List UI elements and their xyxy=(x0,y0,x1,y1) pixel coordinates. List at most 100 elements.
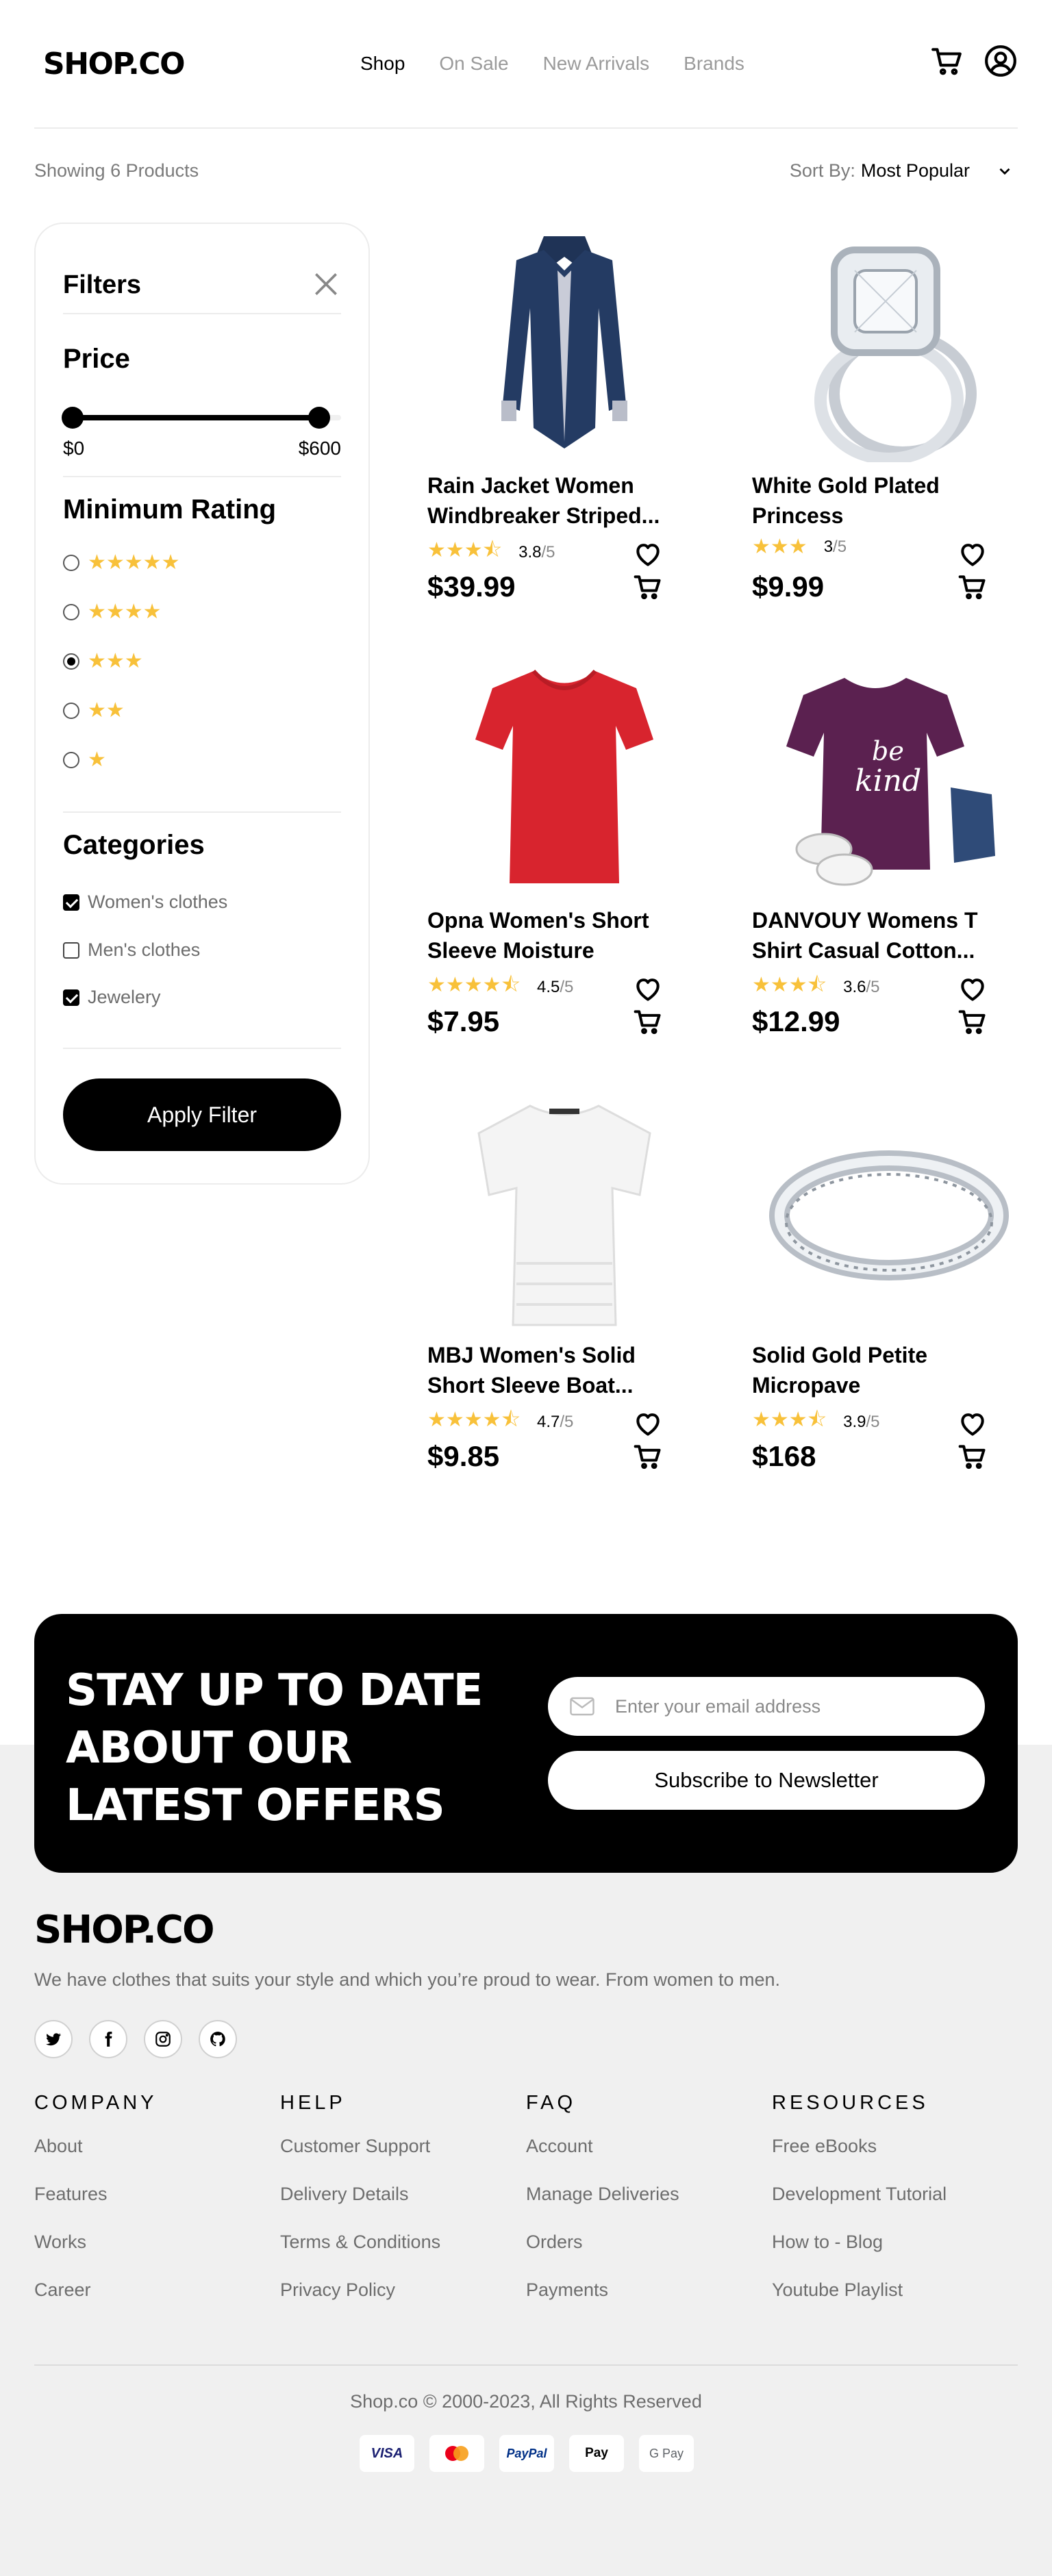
visa-label: VISA xyxy=(371,2445,403,2461)
product-name[interactable]: Opna Women's Short Sleeve Moisture xyxy=(427,905,660,965)
rating-option-5[interactable]: ★★★★★ xyxy=(63,551,179,574)
product-image[interactable] xyxy=(427,223,701,469)
radio-button[interactable] xyxy=(63,702,79,719)
footer-link[interactable]: Orders xyxy=(526,2230,679,2277)
category-label: Women's clothes xyxy=(88,892,228,912)
rating-value: 3/5 xyxy=(823,537,847,556)
footer-link[interactable]: Manage Deliveries xyxy=(526,2182,679,2230)
price-min-handle[interactable] xyxy=(62,407,84,429)
checkbox[interactable] xyxy=(63,942,79,959)
product-image[interactable] xyxy=(752,1092,1026,1339)
chevron-down-icon xyxy=(999,168,1010,175)
twitter-icon[interactable] xyxy=(34,2020,73,2058)
footer-link[interactable]: Youtube Playlist xyxy=(772,2277,947,2325)
radio-button[interactable] xyxy=(63,653,79,670)
copyright: Shop.co © 2000-2023, All Rights Reserved xyxy=(350,2391,702,2412)
category-jewelery[interactable]: Jewelery xyxy=(63,987,161,1008)
nav-brands[interactable]: Brands xyxy=(684,53,744,75)
add-to-cart-icon[interactable] xyxy=(957,1441,988,1472)
rating-option-3[interactable]: ★★★ xyxy=(63,649,143,673)
sort-value: Most Popular xyxy=(860,160,970,181)
product-card[interactable]: White Gold Plated Princess ★★★ 3/5 $9.99 xyxy=(752,223,1026,606)
add-to-cart-icon[interactable] xyxy=(957,1007,988,1037)
product-image[interactable] xyxy=(752,223,1026,469)
rating-option-2[interactable]: ★★ xyxy=(63,698,125,722)
product-name[interactable]: DANVOUY Womens T Shirt Casual Cotton... xyxy=(752,905,985,965)
product-name[interactable]: Solid Gold Petite Micropave xyxy=(752,1340,985,1400)
heart-icon[interactable] xyxy=(957,539,988,569)
heart-icon[interactable] xyxy=(957,1409,988,1439)
nav-on-sale[interactable]: On Sale xyxy=(439,53,508,75)
subscribe-button[interactable]: Subscribe to Newsletter xyxy=(548,1751,985,1810)
site-logo[interactable]: SHOP.CO xyxy=(43,47,186,81)
google-pay-label: G Pay xyxy=(649,2446,684,2460)
close-icon[interactable] xyxy=(311,269,341,299)
cart-icon[interactable] xyxy=(930,44,964,78)
footer-link[interactable]: Works xyxy=(34,2230,157,2277)
product-name[interactable]: MBJ Women's Solid Short Sleeve Boat... xyxy=(427,1340,660,1400)
product-name[interactable]: Rain Jacket Women Windbreaker Striped... xyxy=(427,470,660,531)
instagram-icon[interactable] xyxy=(144,2020,182,2058)
radio-button[interactable] xyxy=(63,603,79,620)
heart-icon[interactable] xyxy=(633,539,663,569)
svg-text:kind: kind xyxy=(855,763,921,798)
footer-link[interactable]: Free eBooks xyxy=(772,2134,947,2182)
heart-icon[interactable] xyxy=(957,974,988,1004)
footer-column-company: COMPANY About Features Works Career xyxy=(34,2092,157,2325)
checkbox[interactable] xyxy=(63,894,79,911)
add-to-cart-icon[interactable] xyxy=(633,1007,663,1037)
footer-link[interactable]: Terms & Conditions xyxy=(280,2230,440,2277)
add-to-cart-icon[interactable] xyxy=(957,572,988,602)
radio-button[interactable] xyxy=(63,751,79,768)
sort-dropdown[interactable]: Sort By: Most Popular xyxy=(790,160,1014,181)
user-icon[interactable] xyxy=(984,44,1018,78)
footer-link[interactable]: Payments xyxy=(526,2277,679,2325)
footer-link[interactable]: Delivery Details xyxy=(280,2182,440,2230)
newsletter-banner: STAY UP TO DATE ABOUT OUR LATEST OFFERS … xyxy=(34,1614,1018,1873)
rating-value: 3.6/5 xyxy=(843,977,880,996)
radio-button[interactable] xyxy=(63,554,79,571)
checkbox[interactable] xyxy=(63,989,79,1006)
add-to-cart-icon[interactable] xyxy=(633,572,663,602)
product-card[interactable]: Opna Women's Short Sleeve Moisture ★★★★⯪ 4… xyxy=(427,657,701,1041)
price-max-handle[interactable] xyxy=(308,407,331,429)
footer-link[interactable]: How to - Blog xyxy=(772,2230,947,2277)
category-mens[interactable]: Men's clothes xyxy=(63,939,200,961)
footer-link[interactable]: Privacy Policy xyxy=(280,2277,440,2325)
rating-option-1[interactable]: ★ xyxy=(63,748,106,772)
header-icons xyxy=(930,44,1018,78)
site-header: SHOP.CO Shop On Sale New Arrivals Brands xyxy=(34,0,1018,129)
category-womens[interactable]: Women's clothes xyxy=(63,892,227,913)
product-image[interactable] xyxy=(427,657,701,904)
nav-new-arrivals[interactable]: New Arrivals xyxy=(543,53,650,75)
footer-link[interactable]: Customer Support xyxy=(280,2134,440,2182)
product-card[interactable]: be kind DANVOUY Womens T Shirt Casual Cott… xyxy=(752,657,1026,1041)
price-slider-fill xyxy=(73,415,320,420)
product-image[interactable] xyxy=(427,1092,701,1339)
apply-filter-button[interactable]: Apply Filter xyxy=(63,1078,341,1151)
product-image[interactable]: be kind xyxy=(752,657,1026,904)
add-to-cart-icon[interactable] xyxy=(633,1441,663,1472)
footer-link[interactable]: Features xyxy=(34,2182,157,2230)
product-card[interactable]: Rain Jacket Women Windbreaker Striped...… xyxy=(427,223,701,606)
google-pay-badge: G Pay xyxy=(639,2435,694,2472)
product-card[interactable]: MBJ Women's Solid Short Sleeve Boat... ★★… xyxy=(427,1092,701,1476)
rating-option-4[interactable]: ★★★★ xyxy=(63,600,162,624)
heart-icon[interactable] xyxy=(633,1409,663,1439)
product-card[interactable]: Solid Gold Petite Micropave ★★★⯪ 3.9/5 $168 xyxy=(752,1092,1026,1476)
footer-link[interactable]: Career xyxy=(34,2277,157,2325)
footer-link[interactable]: About xyxy=(34,2134,157,2182)
heart-icon[interactable] xyxy=(633,974,663,1004)
star-icons: ★★ xyxy=(88,699,125,722)
price-slider-track[interactable] xyxy=(73,415,341,420)
footer-link[interactable]: Account xyxy=(526,2134,679,2182)
github-icon[interactable] xyxy=(199,2020,237,2058)
facebook-icon[interactable] xyxy=(89,2020,127,2058)
email-input[interactable]: Enter your email address xyxy=(548,1677,985,1736)
rating-stars: ★★★ xyxy=(752,535,807,558)
product-rating: ★★★★⯪ 4.5/5 xyxy=(427,970,573,1005)
product-name[interactable]: White Gold Plated Princess xyxy=(752,470,985,531)
nav-shop[interactable]: Shop xyxy=(360,53,405,75)
footer-logo[interactable]: SHOP.CO xyxy=(34,1908,215,1952)
footer-link[interactable]: Development Tutorial xyxy=(772,2182,947,2230)
